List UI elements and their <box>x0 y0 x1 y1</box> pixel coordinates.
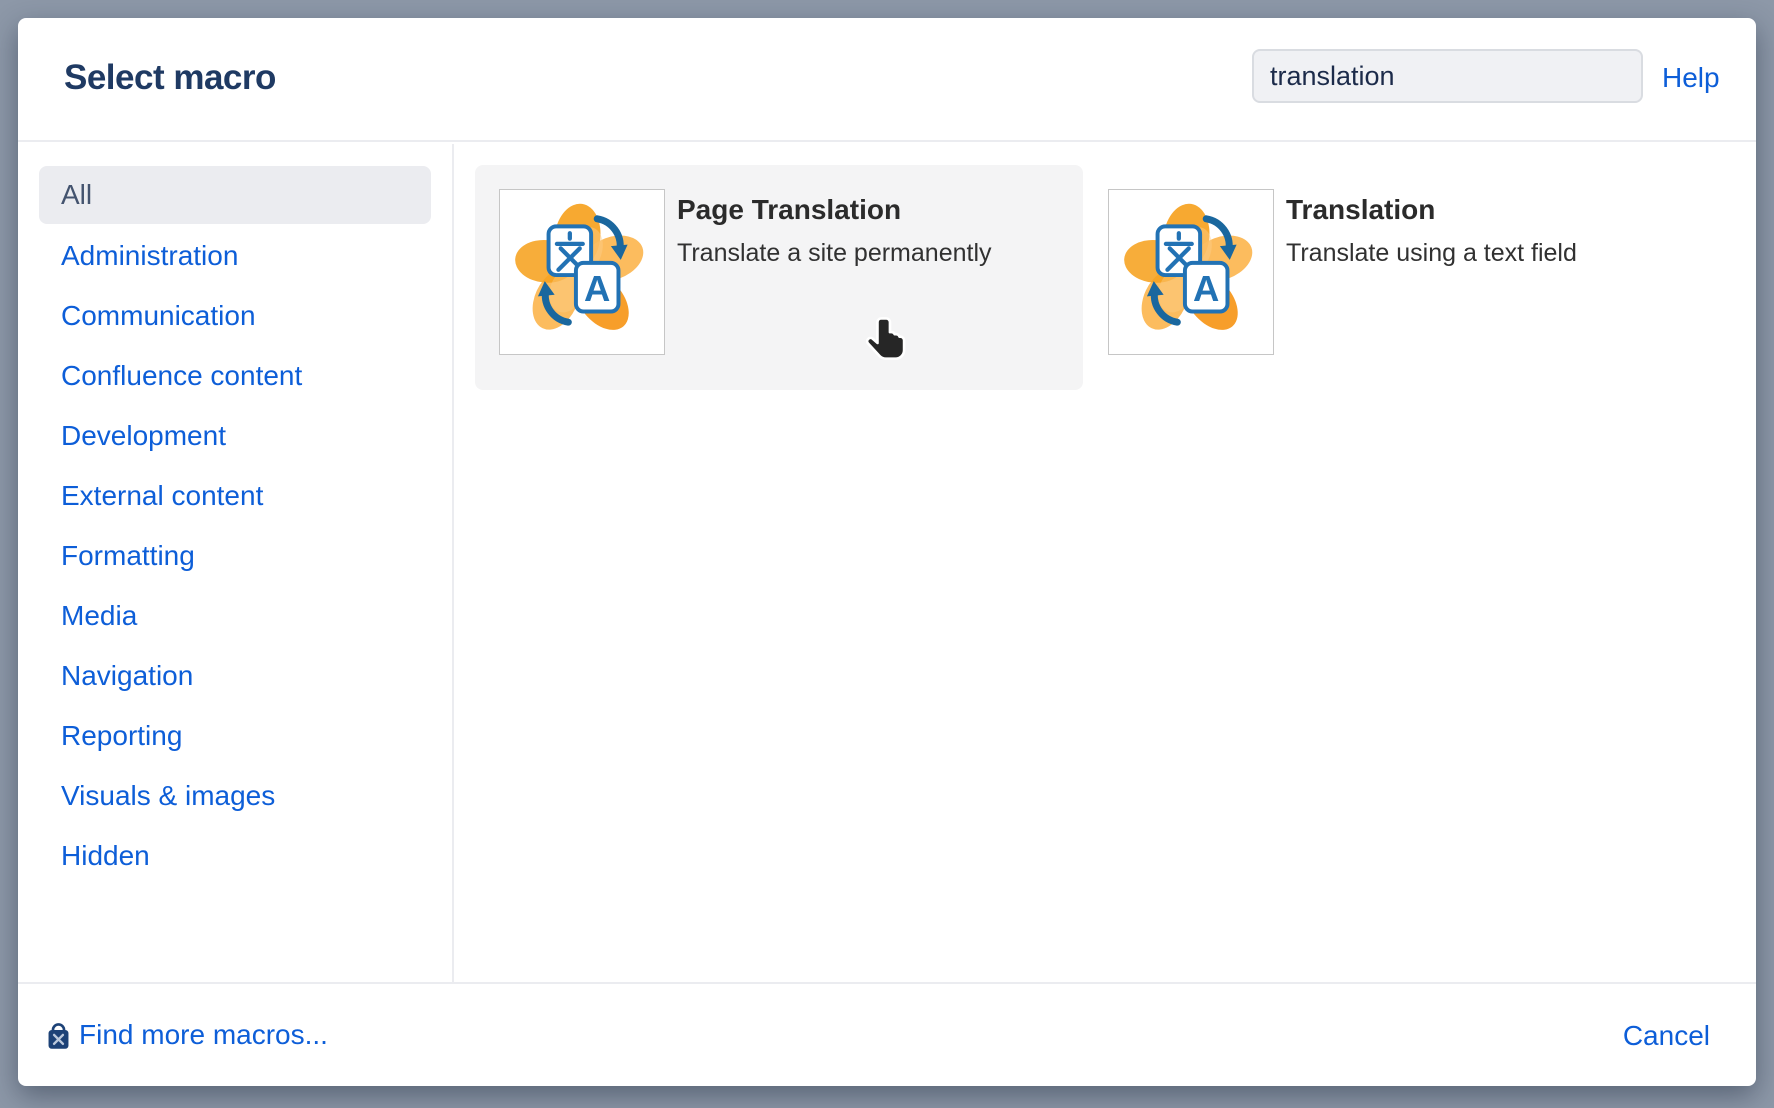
search-input[interactable] <box>1252 49 1643 103</box>
sidebar-category-item[interactable]: Communication <box>39 286 431 346</box>
sidebar-category-item[interactable]: Formatting <box>39 526 431 586</box>
macro-card-translation[interactable]: Translation Translate using a text field <box>1084 165 1692 390</box>
sidebar-category-label: Formatting <box>61 540 195 572</box>
sidebar-category-label: Confluence content <box>61 360 302 392</box>
macro-results: Page Translation Translate a site perman… <box>456 144 1756 982</box>
help-link[interactable]: Help <box>1662 62 1720 94</box>
sidebar-category-label: Navigation <box>61 660 193 692</box>
macro-icon-frame <box>1108 189 1274 355</box>
select-macro-dialog: Select macro Help All Administration Com… <box>18 18 1756 1086</box>
sidebar-category-item[interactable]: External content <box>39 466 431 526</box>
macro-card-text: Translation Translate using a text field <box>1286 193 1577 268</box>
macro-description: Translate a site permanently <box>677 239 992 268</box>
sidebar-category-item[interactable]: Media <box>39 586 431 646</box>
translation-flower-icon <box>506 196 658 348</box>
sidebar-category-item[interactable]: Visuals & images <box>39 766 431 826</box>
macro-card-page-translation[interactable]: Page Translation Translate a site perman… <box>475 165 1083 390</box>
sidebar-category-label: Media <box>61 600 137 632</box>
macro-description: Translate using a text field <box>1286 239 1577 268</box>
dialog-header: Select macro Help <box>18 18 1756 142</box>
macro-card-text: Page Translation Translate a site perman… <box>677 193 992 268</box>
sidebar-category-item[interactable]: Hidden <box>39 826 431 886</box>
sidebar-category-label: All <box>61 179 92 211</box>
sidebar-category-label: Reporting <box>61 720 182 752</box>
sidebar-category-label: Hidden <box>61 840 150 872</box>
sidebar-category-label: Visuals & images <box>61 780 275 812</box>
sidebar-category-item[interactable]: Development <box>39 406 431 466</box>
sidebar-category-label: External content <box>61 480 263 512</box>
macro-title: Translation <box>1286 193 1577 227</box>
macro-icon-frame <box>499 189 665 355</box>
macro-title: Page Translation <box>677 193 992 227</box>
sidebar-category-item[interactable]: Confluence content <box>39 346 431 406</box>
cancel-link[interactable]: Cancel <box>1623 1020 1710 1052</box>
marketplace-bag-icon <box>45 1020 72 1051</box>
find-more-macros-link[interactable]: Find more macros... <box>45 984 328 1086</box>
page-title: Select macro <box>64 58 276 98</box>
translation-flower-icon <box>1115 196 1267 348</box>
dialog-body: All Administration Communication Conflue… <box>18 144 1756 982</box>
find-more-macros-label: Find more macros... <box>79 1019 328 1051</box>
sidebar-category-item[interactable]: Navigation <box>39 646 431 706</box>
sidebar-category-label: Administration <box>61 240 238 272</box>
sidebar-category-label: Development <box>61 420 226 452</box>
category-sidebar: All Administration Communication Conflue… <box>18 144 454 982</box>
sidebar-category-item[interactable]: All <box>39 166 431 224</box>
sidebar-category-item[interactable]: Reporting <box>39 706 431 766</box>
sidebar-category-item[interactable]: Administration <box>39 226 431 286</box>
sidebar-category-label: Communication <box>61 300 256 332</box>
dialog-footer: Find more macros... Cancel <box>18 982 1756 1086</box>
